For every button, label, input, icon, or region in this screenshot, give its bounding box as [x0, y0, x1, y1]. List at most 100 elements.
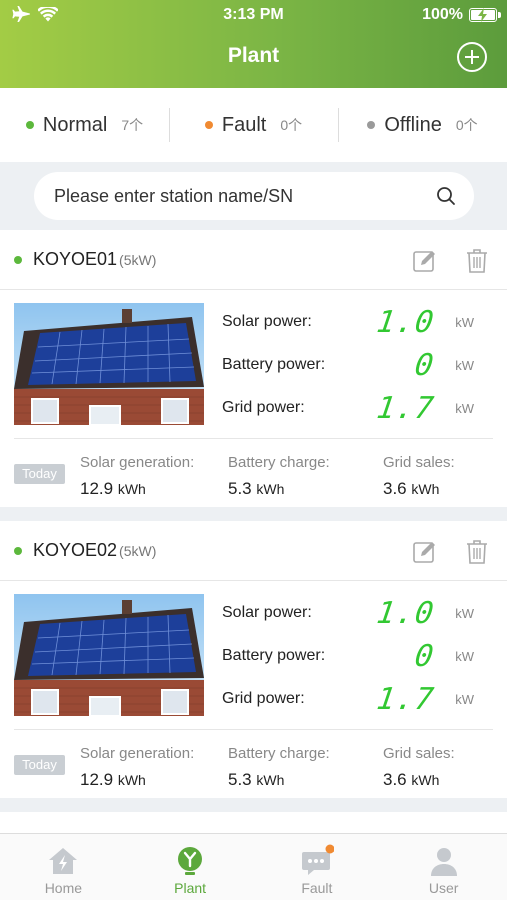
edit-icon[interactable] — [413, 249, 437, 273]
stat-label: Solar generation: — [80, 745, 195, 762]
stat-unit: kWh — [256, 481, 285, 497]
add-station-button[interactable] — [457, 42, 487, 72]
station-name: KOYOE02 — [33, 540, 118, 560]
trash-icon[interactable] — [465, 539, 489, 565]
stat-number: 12.9 — [80, 770, 114, 789]
filter-label: Offline — [384, 113, 442, 136]
today-stats: Today Solar generation: 12.9 kWh Battery… — [0, 731, 507, 795]
metric-label: Grid power: — [222, 399, 305, 416]
today-badge: Today — [14, 464, 65, 484]
fault-dot-icon — [204, 121, 213, 129]
metric-label: Battery power: — [222, 647, 326, 664]
stat-number: 5.3 — [228, 479, 252, 498]
stat-value: 12.9 kWh — [80, 479, 194, 499]
station-card-peek — [0, 812, 507, 833]
filter-label: Normal — [42, 113, 108, 136]
tab-label: Home — [44, 880, 83, 896]
station-header: KOYOE02 (5kW) — [0, 521, 507, 581]
tab-home[interactable]: Home — [0, 834, 127, 900]
tab-label: User — [428, 880, 459, 896]
battery-charge-stat: Battery charge: 5.3 kWh — [228, 745, 330, 790]
divider — [14, 729, 493, 730]
grid-sales-stat: Grid sales: 3.6 kWh — [383, 745, 455, 790]
metric-value: 1.0 — [374, 305, 437, 340]
tab-bar: Home Plant Fault User — [0, 833, 507, 900]
status-bar: 3:13 PM 100% — [0, 0, 507, 30]
grid-power-metric: Grid power: 1.7 kW — [222, 682, 492, 717]
metric-value: 0 — [412, 639, 437, 674]
search-area: Please enter station name/SN — [0, 162, 507, 230]
metric-unit: kW — [455, 692, 474, 707]
metric-label: Solar power: — [222, 313, 312, 330]
metric-value: 0 — [412, 348, 437, 383]
stat-unit: kWh — [411, 481, 440, 497]
metric-unit: kW — [455, 358, 474, 373]
station-body: Solar power: 1.0 kW Battery power: 0 kW … — [0, 290, 507, 440]
battery-power-metric: Battery power: 0 kW — [222, 639, 492, 674]
normal-dot-icon — [25, 121, 34, 129]
stat-unit: kWh — [117, 772, 146, 788]
station-card[interactable]: KOYOE02 (5kW) Solar power: 1.0 kW Batter… — [0, 521, 507, 798]
stat-unit: kWh — [117, 481, 146, 497]
station-card[interactable]: KOYOE01 (5kW) Solar power: 1.0 kW Batter… — [0, 230, 507, 507]
stat-number: 12.9 — [80, 479, 114, 498]
edit-icon[interactable] — [413, 540, 437, 564]
home-icon — [49, 848, 78, 874]
search-placeholder: Please enter station name/SN — [54, 185, 294, 206]
tab-fault[interactable]: Fault — [254, 834, 381, 900]
app-header: 3:13 PM 100% Plant — [0, 0, 507, 88]
divider — [14, 438, 493, 439]
grid-sales-stat: Grid sales: 3.6 kWh — [383, 454, 455, 499]
today-badge: Today — [14, 755, 65, 775]
filter-normal[interactable]: Normal 7个 — [0, 88, 169, 162]
fault-icon — [301, 844, 334, 875]
stat-value: 3.6 kWh — [383, 479, 455, 499]
tab-plant[interactable]: Plant — [127, 834, 254, 900]
stat-value: 3.6 kWh — [383, 770, 455, 790]
metric-unit: kW — [455, 649, 474, 664]
search-input[interactable]: Please enter station name/SN — [34, 172, 474, 220]
offline-dot-icon — [367, 121, 376, 129]
station-capacity: (5kW) — [119, 542, 157, 559]
filter-fault[interactable]: Fault 0个 — [169, 88, 338, 162]
station-capacity: (5kW) — [119, 251, 157, 268]
metric-label: Solar power: — [222, 604, 312, 621]
stat-label: Grid sales: — [383, 745, 455, 762]
search-icon[interactable] — [436, 186, 456, 206]
house-solar-photo — [14, 303, 204, 425]
tab-user[interactable]: User — [380, 834, 507, 900]
today-stats: Today Solar generation: 12.9 kWh Battery… — [0, 440, 507, 504]
battery-icon — [469, 8, 501, 22]
metric-unit: kW — [455, 315, 474, 330]
grid-power-metric: Grid power: 1.7 kW — [222, 391, 492, 426]
stat-value: 5.3 kWh — [228, 479, 330, 499]
stat-number: 3.6 — [383, 770, 407, 789]
house-solar-photo — [14, 594, 204, 716]
solar-generation-stat: Solar generation: 12.9 kWh — [80, 745, 194, 790]
page-title: Plant — [227, 44, 280, 67]
stat-unit: kWh — [256, 772, 285, 788]
metric-value: 1.0 — [374, 596, 437, 631]
plant-icon — [178, 847, 203, 875]
tab-label: Fault — [301, 880, 333, 896]
filter-label: Fault — [221, 113, 267, 136]
trash-icon[interactable] — [465, 248, 489, 274]
status-filter-bar: Normal 7个 Fault 0个 Offline 0个 — [0, 88, 507, 162]
metric-unit: kW — [455, 606, 474, 621]
metric-label: Battery power: — [222, 356, 326, 373]
metric-unit: kW — [455, 401, 474, 416]
stat-value: 5.3 kWh — [228, 770, 330, 790]
battery-power-metric: Battery power: 0 kW — [222, 348, 492, 383]
filter-count: 0个 — [455, 117, 478, 133]
status-dot-icon — [14, 546, 22, 555]
stat-label: Grid sales: — [383, 454, 455, 471]
metric-value: 1.7 — [374, 682, 437, 717]
user-icon — [430, 848, 457, 876]
status-dot-icon — [14, 255, 22, 264]
metric-value: 1.7 — [374, 391, 437, 426]
battery-percent: 100% — [422, 6, 463, 23]
stat-label: Battery charge: — [228, 745, 330, 762]
filter-offline[interactable]: Offline 0个 — [338, 88, 507, 162]
metric-label: Grid power: — [222, 690, 305, 707]
stat-value: 12.9 kWh — [80, 770, 194, 790]
